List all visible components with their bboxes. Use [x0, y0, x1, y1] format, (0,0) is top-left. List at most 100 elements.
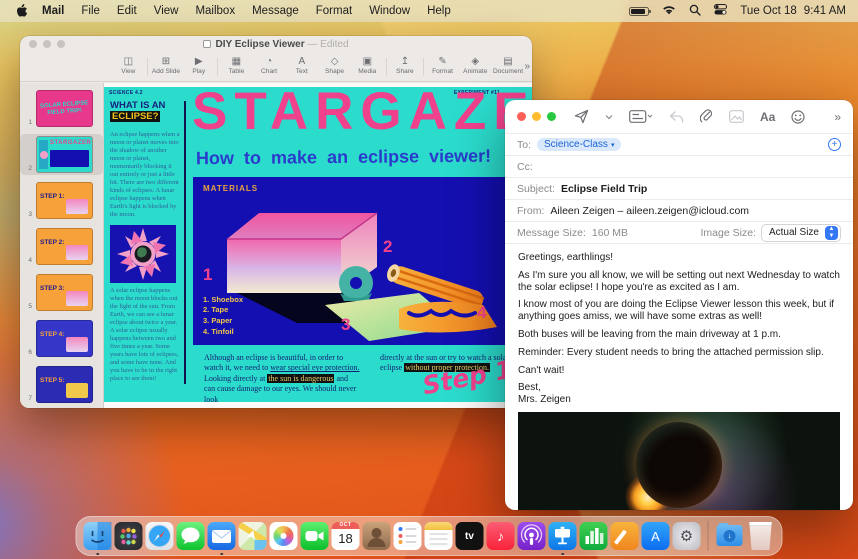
slide-navigator[interactable]: 1 SOLAR ECLIPSE FIELD TRIP! 2 STARGAZER … [20, 83, 104, 408]
toolbar-share-button[interactable]: ↥ Share [389, 57, 422, 76]
body-paragraph: Reminder: Every student needs to bring t… [518, 346, 824, 358]
toolbar-text-button[interactable]: A Text [285, 57, 318, 76]
slide-thumbnail-1[interactable]: 1 SOLAR ECLIPSE FIELD TRIP! [20, 88, 103, 129]
reply-button[interactable] [669, 110, 684, 123]
mail-toolbar: Aa » [505, 100, 853, 133]
dock-icon-pages[interactable] [610, 522, 639, 550]
toolbar-view-button[interactable]: ◫ View [112, 57, 145, 76]
menu-item-view[interactable]: View [154, 5, 179, 17]
toolbar-add-slide-button[interactable]: ⊞ Add Slide [150, 57, 183, 76]
keynote-canvas[interactable]: SCIENCE 4.2 EXPERIMENT #11 WHAT IS AN EC… [104, 83, 532, 408]
keynote-window[interactable]: DIY Eclipse Viewer — Edited ◫ View ⊞ Add S… [20, 36, 532, 408]
zoom-button[interactable] [547, 112, 556, 121]
menu-item-window[interactable]: Window [369, 5, 410, 17]
mail-compose-window[interactable]: Aa » To: Science-Class ▾ + Cc: Subject: E… [505, 100, 853, 510]
toolbar-overflow-button[interactable]: » [834, 110, 841, 124]
dock-icon-finder[interactable] [83, 522, 112, 555]
wifi-icon[interactable] [662, 5, 676, 18]
header-fields-button[interactable] [629, 110, 653, 123]
toolbar-media-button[interactable]: ▣ Media [351, 57, 384, 76]
dock-icon-contacts[interactable] [362, 522, 391, 550]
control-center-icon[interactable] [714, 4, 728, 18]
materials-label: MATERIALS [203, 184, 259, 193]
materials-box: MATERIALS 1 2 3 4 1. Shoebox 2. Tape 3. … [193, 177, 505, 345]
dock-icon-messages[interactable] [176, 522, 205, 550]
toolbar-chart-button[interactable]: ◔ Chart [253, 57, 286, 76]
slide-title: STARGAZER [192, 87, 532, 141]
slide-thumbnail-7[interactable]: 7 STEP 5: [20, 364, 103, 405]
menu-item-message[interactable]: Message [252, 5, 299, 17]
attach-button[interactable] [700, 109, 713, 124]
toolbar-animate-button[interactable]: ◈ Animate [459, 57, 492, 76]
send-button[interactable] [574, 109, 589, 124]
dock-icon-keynote[interactable] [548, 522, 577, 555]
send-options-chevron-icon[interactable] [605, 114, 613, 120]
format-button[interactable]: Aa [760, 110, 775, 124]
dock-icon-system-settings[interactable]: ⚙ [672, 522, 701, 550]
slide-paragraph-2: A solar eclipse happens when the moon bl… [110, 287, 179, 382]
dock-icon-app-store[interactable]: A [641, 522, 670, 550]
mail-window-controls[interactable] [517, 112, 556, 121]
cc-field[interactable]: Cc: [505, 155, 853, 177]
dock-icon-calendar[interactable]: OCT 18 [331, 522, 360, 550]
dock-icon-music[interactable]: ♪ [486, 522, 515, 550]
close-button[interactable] [517, 112, 526, 121]
battery-icon[interactable] [629, 6, 652, 16]
keynote-titlebar[interactable]: DIY Eclipse Viewer — Edited [20, 36, 532, 52]
menu-item-edit[interactable]: Edit [117, 5, 137, 17]
from-field[interactable]: From: Aileen Zeigen – aileen.zeigen@iclo… [505, 199, 853, 221]
slide-thumbnail-6[interactable]: 6 STEP 4: [20, 318, 103, 359]
toolbar-overflow-button[interactable]: » [524, 61, 532, 72]
dock-icon-notes[interactable] [424, 522, 453, 550]
dock-icon-mail[interactable] [207, 522, 236, 555]
image-size-dropdown[interactable]: Actual Size ▲ ▼ [760, 223, 841, 242]
dock-icon-podcasts[interactable] [517, 522, 546, 550]
format-icon: ✎ [438, 56, 447, 68]
to-field[interactable]: To: Science-Class ▾ + [505, 133, 853, 155]
menu-item-mailbox[interactable]: Mailbox [195, 5, 235, 17]
dock-icon-safari[interactable] [145, 522, 174, 550]
dock-icon-reminders[interactable] [393, 522, 422, 550]
dock-icon-downloads[interactable]: ↓ [716, 522, 744, 550]
menu-item-mail[interactable]: Mail [42, 5, 64, 17]
animate-icon: ◈ [471, 56, 480, 68]
slide-thumbnail-3[interactable]: 3 STEP 1: [20, 180, 103, 221]
menu-bar-time[interactable]: 9:41 AM [804, 5, 846, 17]
recipient-token[interactable]: Science-Class ▾ [537, 138, 622, 151]
slide-thumbnail-2-selected[interactable]: 2 STARGAZER [20, 134, 103, 175]
subject-field[interactable]: Subject: Eclipse Field Trip [505, 177, 853, 199]
search-icon[interactable] [689, 4, 701, 19]
add-recipient-button[interactable]: + [828, 138, 841, 151]
minimize-button[interactable] [532, 112, 541, 121]
document-panel-icon: ▤ [503, 56, 513, 68]
dock-separator [707, 521, 709, 551]
toolbar-document-button[interactable]: ▤ Document [492, 57, 525, 76]
dock-icon-numbers[interactable] [579, 522, 608, 550]
insert-image-button[interactable] [729, 110, 744, 123]
slide-canvas[interactable]: SCIENCE 4.2 EXPERIMENT #11 WHAT IS AN EC… [104, 87, 532, 402]
menu-bar-date[interactable]: Tue Oct 18 [740, 5, 796, 17]
dock-icon-maps[interactable] [238, 522, 267, 550]
dock-icon-facetime[interactable] [300, 522, 329, 550]
slide-thumbnail-4[interactable]: 4 STEP 2: [20, 226, 103, 267]
message-body[interactable]: Greetings, earthlings! As I'm sure you a… [505, 243, 853, 406]
toolbar-shape-button[interactable]: ◇ Shape [318, 57, 351, 76]
slide-thumbnail-5[interactable]: 5 STEP 3: [20, 272, 103, 313]
play-icon: ▶ [194, 56, 203, 68]
menu-item-help[interactable]: Help [427, 5, 451, 17]
toolbar-table-button[interactable]: ▦ Table [220, 57, 253, 76]
apple-menu-icon[interactable] [16, 4, 28, 18]
dock-icon-tv[interactable]: tv [455, 522, 484, 550]
dock-icon-photos[interactable] [269, 522, 298, 550]
toolbar-format-button[interactable]: ✎ Format [426, 57, 459, 76]
dock-icon-launchpad[interactable] [114, 522, 143, 550]
emoji-button[interactable] [791, 109, 805, 124]
slide-paragraph-1: An eclipse happens when a moon or planet… [110, 131, 180, 218]
slide-column-divider [184, 101, 186, 384]
eclipse-photo-attachment[interactable] [518, 411, 840, 510]
dock-icon-trash[interactable] [749, 522, 772, 550]
running-indicator [561, 552, 564, 555]
menu-item-file[interactable]: File [81, 5, 100, 17]
menu-item-format[interactable]: Format [316, 5, 352, 17]
toolbar-play-button[interactable]: ▶ Play [182, 57, 215, 76]
